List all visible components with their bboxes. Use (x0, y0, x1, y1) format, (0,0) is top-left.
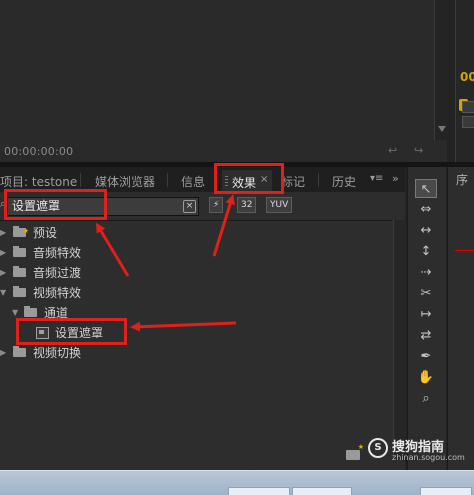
tab-overflow-icon[interactable]: » (392, 172, 399, 185)
tree-item-presets[interactable]: ▶ 预设 (0, 221, 380, 243)
new-custom-bin-icon[interactable] (346, 443, 364, 460)
tree-item-audio-transitions[interactable]: ▶ 音频过渡 (0, 263, 380, 283)
undo-icon[interactable]: ↩ (388, 144, 397, 157)
tab-project[interactable]: 项目: testone (0, 173, 77, 190)
collapsed-icon[interactable]: ▶ (0, 243, 6, 263)
folder-icon (13, 266, 26, 277)
zoom-tool-icon[interactable]: ⌕ (415, 389, 437, 408)
tree-item-label: 预设 (33, 226, 58, 240)
slip-tool-icon[interactable]: ↦ (415, 305, 437, 324)
tree-item-video-transitions[interactable]: ▶ 视频切换 (0, 343, 380, 363)
panel-menu-icon[interactable]: ▾≡ (370, 173, 383, 184)
sequence-panel (447, 167, 474, 470)
annotation-box-set-matte (16, 318, 127, 345)
tree-item-video-effects[interactable]: ▼ 视频特效 (0, 283, 380, 303)
folder-icon (13, 246, 26, 257)
annotation-box-search (4, 189, 107, 220)
collapsed-icon[interactable]: ▶ (0, 223, 6, 243)
annotation-box-effects-tab (214, 163, 284, 194)
pen-tool-icon[interactable]: ✒ (415, 347, 437, 366)
hand-tool-icon[interactable]: ✋ (415, 368, 437, 387)
redo-icon[interactable]: ↪ (414, 144, 423, 157)
monitor-scrollbar[interactable] (434, 0, 447, 140)
folder-icon (24, 306, 37, 317)
collapsed-icon[interactable]: ▶ (0, 263, 6, 283)
rolling-edit-tool-icon[interactable]: ↕ (415, 242, 437, 261)
tab-separator (167, 173, 168, 187)
collapsed-icon[interactable]: ▶ (0, 343, 6, 363)
selection-tool-icon[interactable]: ↖ (415, 179, 437, 198)
program-button[interactable] (462, 101, 474, 113)
tab-separator (318, 173, 319, 187)
playhead-line (455, 250, 474, 251)
tab-separator (80, 173, 81, 187)
tab-media-browser[interactable]: 媒体浏览器 (95, 173, 155, 190)
expanded-icon[interactable]: ▼ (0, 283, 6, 303)
tree-item-label: 视频切换 (33, 346, 82, 360)
monitor-timecode: 00:00:00:00 (4, 145, 74, 158)
tree-scrollbar[interactable] (393, 220, 406, 460)
folder-icon (13, 346, 26, 357)
tab-sequence[interactable]: 序 (456, 171, 468, 188)
presets-folder-icon (13, 221, 29, 241)
source-monitor (0, 0, 447, 162)
tab-history[interactable]: 历史 (332, 173, 356, 190)
tab-markers[interactable]: 标记 (281, 173, 305, 190)
slide-tool-icon[interactable]: ⇄ (415, 326, 437, 345)
ripple-edit-tool-icon[interactable]: ↔ (415, 221, 437, 240)
clear-search-icon[interactable]: × (183, 200, 196, 213)
watermark-url: zhinan.sogou.com (392, 453, 465, 462)
tab-info[interactable]: 信息 (181, 173, 205, 190)
tree-item-label: 视频特效 (33, 286, 82, 300)
tree-item-audio-effects[interactable]: ▶ 音频特效 (0, 243, 380, 263)
sogou-logo-icon: S (368, 438, 388, 458)
folder-icon (13, 286, 26, 297)
monitor-toolbar: ↩ ↪ (386, 140, 444, 160)
tree-item-label: 音频过渡 (33, 266, 82, 280)
yuv-effects-filter[interactable]: YUV (266, 197, 293, 213)
program-timecode: 00 (460, 70, 474, 84)
program-button[interactable] (462, 116, 474, 128)
razor-tool-icon[interactable]: ✂ (415, 284, 437, 303)
watermark: S 搜狗指南 zhinan.sogou.com (368, 436, 474, 462)
tree-item-label: 音频特效 (33, 246, 82, 260)
32bit-effects-filter[interactable]: 32 (237, 197, 257, 213)
scroll-down-arrow-icon[interactable] (438, 126, 446, 132)
accelerated-effects-filter[interactable]: ⚡ (209, 197, 224, 213)
rate-stretch-tool-icon[interactable]: ⇢ (415, 263, 437, 282)
track-select-tool-icon[interactable]: ⇔ (415, 200, 437, 219)
